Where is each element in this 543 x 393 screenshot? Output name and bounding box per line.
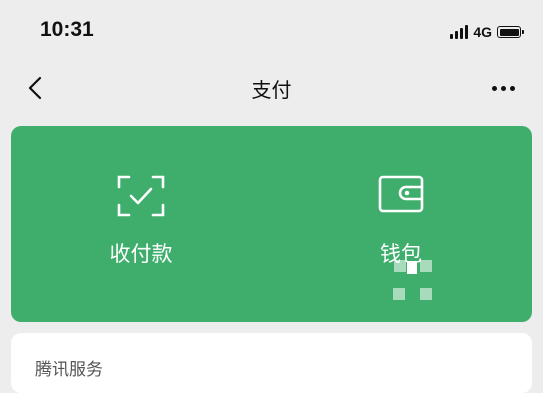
scan-check-icon xyxy=(117,175,165,217)
receive-pay-label: 收付款 xyxy=(109,242,173,266)
navigation-bar: 支付 xyxy=(0,62,543,114)
wallet-icon xyxy=(378,175,424,213)
signal-icon xyxy=(450,25,469,39)
receive-pay-button[interactable]: 收付款 xyxy=(41,126,241,322)
more-button[interactable] xyxy=(485,74,521,102)
status-bar: 10:31 4G xyxy=(0,0,543,62)
tencent-services-card: 腾讯服务 xyxy=(11,333,532,393)
battery-icon xyxy=(497,26,524,38)
section-title: 腾讯服务 xyxy=(35,360,103,380)
status-time: 10:31 xyxy=(40,18,94,41)
page-title: 支付 xyxy=(251,78,292,102)
payment-card: 收付款 钱包 xyxy=(11,126,532,322)
more-horizontal-icon xyxy=(491,85,497,91)
status-indicators: 4G xyxy=(450,22,524,42)
network-type: 4G xyxy=(473,24,492,40)
